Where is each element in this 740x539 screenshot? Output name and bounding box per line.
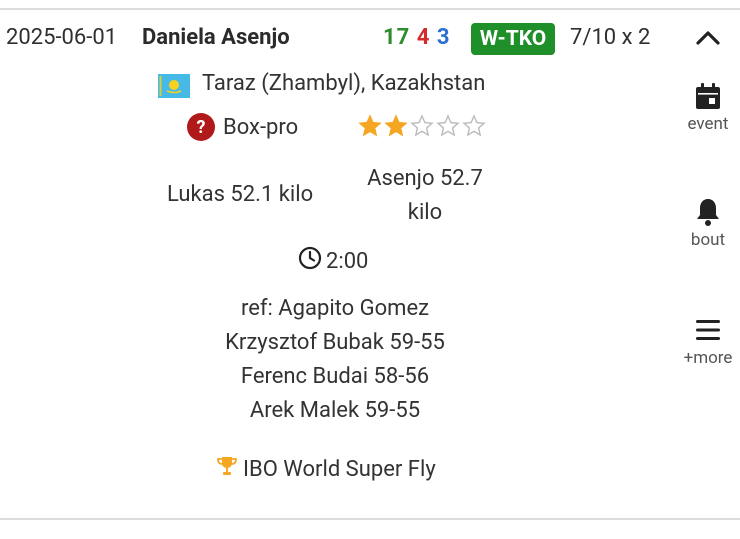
fighter-name[interactable]: Daniela Asenjo: [142, 25, 290, 50]
star-empty-icon: [462, 114, 486, 137]
clock-icon: [298, 246, 322, 276]
judge-3[interactable]: Arek Malek 59-55: [190, 394, 480, 428]
referee[interactable]: ref: Agapito Gomez: [190, 292, 480, 326]
rating-stars: [358, 114, 486, 138]
calendar-icon: [676, 80, 740, 112]
opponent-weight: Lukas 52.1 kilo: [167, 182, 314, 207]
bout-label: bout: [690, 230, 726, 250]
bout-date: 2025-06-01: [6, 25, 118, 50]
bottom-divider: [0, 518, 740, 520]
star-filled-icon: [384, 114, 408, 137]
record-draws: 3: [436, 25, 451, 50]
time-value: 2:00: [326, 248, 369, 274]
fighter-record: 17 4 3: [383, 25, 450, 50]
bout-time: 2:00: [298, 246, 368, 276]
record-losses: 4: [416, 25, 431, 50]
rounds-info: 7/10 x 2: [570, 25, 651, 50]
bell-icon: [676, 196, 740, 228]
title-label: IBO World Super Fly: [243, 456, 436, 482]
star-empty-icon: [436, 114, 460, 137]
fighter-weight: Asenjo 52.7 kilo: [367, 166, 483, 225]
officials-list: ref: Agapito Gomez Krzysztof Bubak 59-55…: [190, 292, 480, 428]
bout-title[interactable]: IBO World Super Fly: [215, 454, 436, 484]
event-label: event: [687, 114, 729, 134]
bout-location[interactable]: Taraz (Zhambyl), Kazakhstan: [202, 71, 485, 96]
star-empty-icon: [410, 114, 434, 137]
menu-icon: [676, 314, 740, 346]
help-icon[interactable]: ?: [187, 113, 215, 141]
more-label: +more: [683, 348, 733, 368]
record-wins: 17: [383, 25, 411, 50]
bout-button[interactable]: bout: [676, 196, 740, 250]
top-divider: [0, 8, 740, 10]
bout-category: Box-pro: [223, 115, 299, 140]
judge-2[interactable]: Ferenc Budai 58-56: [190, 360, 480, 394]
event-button[interactable]: event: [676, 80, 740, 134]
star-filled-icon: [358, 114, 382, 137]
judge-1[interactable]: Krzysztof Bubak 59-55: [190, 326, 480, 360]
kazakhstan-flag-icon: [158, 74, 190, 98]
bout-header-row[interactable]: 2025-06-01 Daniela Asenjo 17 4 3 W-TKO 7…: [0, 18, 740, 58]
chevron-up-icon[interactable]: [692, 22, 724, 54]
more-button[interactable]: +more: [676, 314, 740, 368]
trophy-icon: [215, 454, 239, 484]
result-badge: W-TKO: [471, 23, 555, 55]
